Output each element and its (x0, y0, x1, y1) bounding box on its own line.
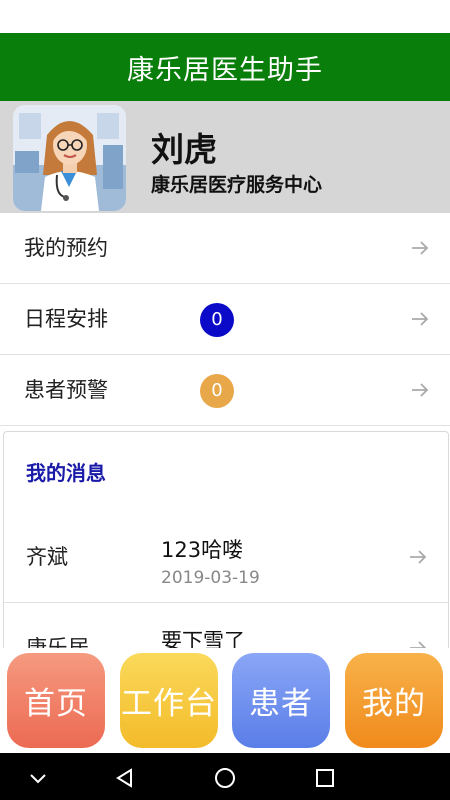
avatar[interactable] (13, 105, 126, 211)
back-icon[interactable] (113, 766, 137, 790)
arrow-right-icon (410, 550, 427, 564)
bottom-tab-bar: 首页 工作台 患者 我的 (0, 648, 450, 753)
chevron-down-icon[interactable] (26, 766, 50, 790)
message-date: 2019-03-19 (161, 568, 260, 588)
arrow-right-icon (412, 383, 429, 397)
message-sender: 齐斌 (26, 545, 68, 569)
doctor-organization: 康乐居医疗服务中心 (151, 174, 323, 196)
app-title: 康乐居医生助手 (127, 54, 323, 86)
arrow-right-icon (412, 312, 429, 326)
tab-label: 工作台 (121, 686, 217, 722)
message-item[interactable]: 齐斌 123哈喽 2019-03-19 (4, 512, 448, 603)
tab-label: 首页 (24, 686, 88, 722)
tab-label: 我的 (362, 686, 426, 722)
messages-title: 我的消息 (26, 461, 106, 485)
count-badge: 0 (200, 303, 234, 337)
doctor-name: 刘虎 (151, 130, 217, 169)
tab-mine[interactable]: 我的 (345, 653, 443, 748)
arrow-right-icon (412, 241, 429, 255)
menu-item-label: 我的预约 (24, 236, 108, 260)
count-badge: 0 (200, 374, 234, 408)
recents-icon[interactable] (313, 766, 337, 790)
doctor-avatar-icon (13, 105, 126, 211)
menu-item-patient-alerts[interactable]: 患者预警 0 (0, 355, 450, 426)
tab-label: 患者 (249, 686, 313, 722)
message-text: 123哈喽 (161, 538, 244, 562)
tab-workbench[interactable]: 工作台 (120, 653, 218, 748)
menu-item-schedule[interactable]: 日程安排 0 (0, 284, 450, 355)
tab-home[interactable]: 首页 (7, 653, 105, 748)
status-bar (0, 0, 450, 33)
tab-patients[interactable]: 患者 (232, 653, 330, 748)
app-title-bar: 康乐居医生助手 (0, 33, 450, 101)
menu-item-label: 患者预警 (24, 378, 108, 402)
system-navigation-bar (0, 753, 450, 800)
menu-item-label: 日程安排 (24, 307, 108, 331)
home-icon[interactable] (213, 766, 237, 790)
menu-item-appointments[interactable]: 我的预约 (0, 213, 450, 284)
